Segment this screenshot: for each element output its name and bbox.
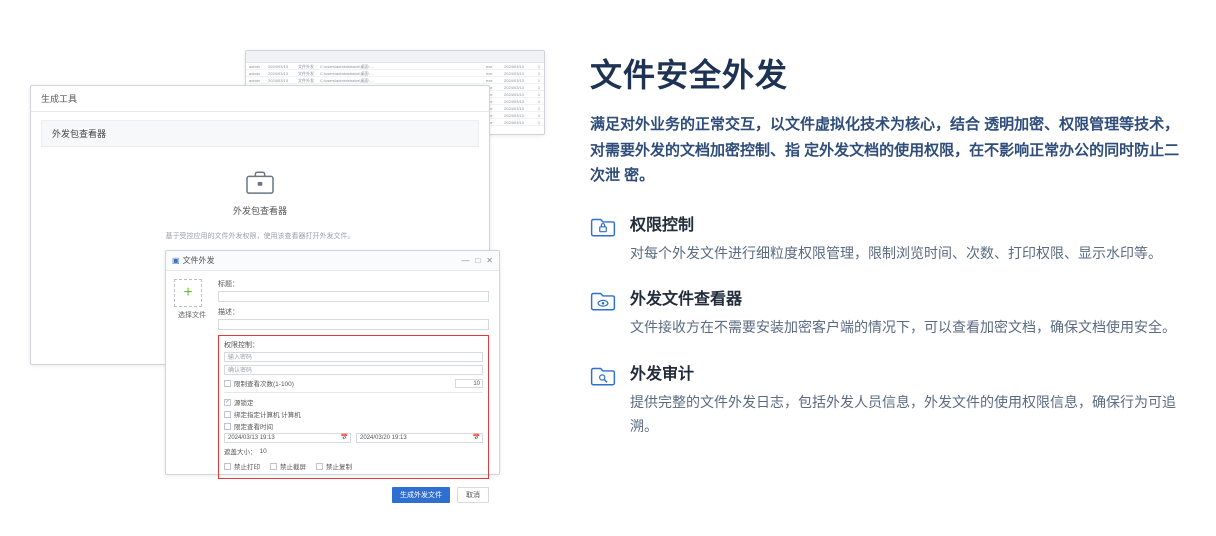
feature-list: 权限控制对每个外发文件进行细粒度权限管理，限制浏览时间、次数、打印权限、显示水印… [590,211,1186,439]
log-cell: 2024/03/13 [504,105,534,111]
log-cell: 2024/03/13 [268,77,298,83]
add-file-button[interactable]: + [174,279,202,307]
label-no-copy: 禁止复制 [326,461,352,471]
log-row: admin2024/03/13文件外发C:\users\administrato… [246,63,544,70]
label-desc: 描述： [218,307,489,317]
checkbox-no-copy[interactable] [316,463,323,470]
log-cell: 2024/03/13 [504,77,534,83]
label-limit-time: 限定查看时间 [234,421,273,431]
package-header: 外发包查看器 [41,120,479,147]
log-cell: admin [246,77,268,83]
log-cell: 文件外发 [298,77,320,83]
log-cell: 2024/03/13 [504,70,534,76]
package-center-label: 外发包查看器 [31,204,489,217]
log-cell: C:\users\administrator\桌面\.... [320,70,486,76]
page-title: 文件安全外发 [590,50,1186,96]
log-cell: 2024/03/13 [504,63,534,69]
log-cell: 2024/03/13 [268,63,298,69]
feature-item: 权限控制对每个外发文件进行细粒度权限管理，限制浏览时间、次数、打印权限、显示水印… [590,211,1186,266]
maximize-icon[interactable]: □ [475,256,480,265]
checkbox-no-print[interactable] [224,463,231,470]
label-title: 标题： [218,279,489,289]
input-desc[interactable] [218,319,489,330]
log-cell: 1 [534,77,544,83]
log-cell: 文件外发 [298,63,320,69]
label-no-print: 禁止打印 [234,461,260,471]
input-count[interactable]: 10 [455,379,483,388]
log-cell: admin [246,63,268,69]
mask-size-value: 10 [260,448,267,455]
log-cell: C:\users\administrator\桌面\.... [320,63,486,69]
calendar-icon: 📅 [341,433,348,443]
log-row: admin2024/03/13文件外发C:\users\administrato… [246,77,544,84]
feature-title: 外发文件查看器 [630,285,1186,309]
label-mask-size: 遮盖大小： [224,446,257,456]
package-hint: 基于受控应用的文件外发权限，使用该查看器打开外发文件。 [31,231,489,241]
close-icon[interactable]: ✕ [486,256,493,265]
viewer-folder-icon [590,285,630,340]
input-password[interactable]: 输入密码 [224,352,483,362]
log-cell: admin [246,70,268,76]
product-screenshots: admin2024/03/13文件外发C:\users\administrato… [30,20,550,516]
log-cell: 1 [534,91,544,97]
log-cell: 1 [534,119,544,125]
date-from[interactable]: 2024/03/13 19:13📅 [224,433,351,443]
permission-box: 权限控制： 输入密码 确认密码 限制查看次数(1-100) 10 源锁定 绑定指… [218,335,489,479]
mock-form-dialog: ▣ 文件外发 — □ ✕ + 选择文件 标题： 描述： 权限控制： 输入密码 确… [165,250,500,475]
input-confirm-password[interactable]: 确认密码 [224,365,483,375]
label-limit-count: 限制查看次数(1-100) [234,378,294,388]
audit-folder-icon [590,360,630,439]
checkbox-limit-count[interactable] [224,380,231,387]
checkbox-limit-time[interactable] [224,423,231,430]
log-cell: 2024/03/13 [504,112,534,118]
input-title[interactable] [218,291,489,302]
feature-item: 外发文件查看器文件接收方在不需要安装加密客户端的情况下，可以查看加密文档，确保文… [590,285,1186,340]
log-cell: 1 [534,63,544,69]
cancel-button[interactable]: 取消 [457,487,489,503]
feature-title: 外发审计 [630,360,1186,384]
feature-desc: 提供完整的文件外发日志，包括外发人员信息，外发文件的使用权限信息，确保行为可追溯… [630,390,1186,439]
briefcase-icon [245,182,275,199]
label-bind-host: 绑定指定计算机 计算机 [234,409,301,419]
log-cell: exe [486,77,504,83]
submit-button[interactable]: 生成外发文件 [392,487,450,503]
log-row: admin2024/03/13文件外发C:\users\administrato… [246,70,544,77]
log-cell: 1 [534,98,544,104]
log-cell: C:\users\administrator\桌面\.... [320,77,486,83]
checkbox-bind-host[interactable] [224,411,231,418]
log-cell: 1 [534,70,544,76]
permission-section-label: 权限控制： [224,340,483,350]
lock-folder-icon [590,211,630,266]
feature-desc: 文件接收方在不需要安装加密客户端的情况下，可以查看加密文档，确保文档使用安全。 [630,315,1186,340]
checkbox-source-lock[interactable] [224,399,231,406]
window-title: 生成工具 [31,86,489,112]
log-cell: 2024/03/13 [268,70,298,76]
feature-desc: 对每个外发文件进行细粒度权限管理，限制浏览时间、次数、打印权限、显示水印等。 [630,241,1186,266]
minimize-icon[interactable]: — [461,256,469,265]
log-cell: 1 [534,105,544,111]
date-to[interactable]: 2024/03/20 19:13📅 [356,433,483,443]
calendar-icon: 📅 [473,433,480,443]
add-file-label: 选择文件 [174,310,210,320]
log-cell: 2024/03/13 [504,91,534,97]
label-no-capture: 禁止截屏 [280,461,306,471]
log-cell: 1 [534,112,544,118]
label-source-lock: 源锁定 [234,397,254,407]
log-cell: 1 [534,84,544,90]
log-cell: exe [486,70,504,76]
log-cell: 文件外发 [298,70,320,76]
dialog-file-icon: ▣ [172,256,180,265]
checkbox-no-capture[interactable] [270,463,277,470]
feature-item: 外发审计提供完整的文件外发日志，包括外发人员信息，外发文件的使用权限信息，确保行… [590,360,1186,439]
log-cell: exe [486,63,504,69]
lead-paragraph: 满足对外业务的正常交互，以文件虚拟化技术为核心，结合 透明加密、权限管理等技术，… [590,112,1186,189]
log-cell: 2024/03/13 [504,98,534,104]
log-cell: 2024/03/13 [504,119,534,125]
dialog-title: 文件外发 [183,255,215,266]
log-cell: 2024/03/13 [504,84,534,90]
feature-title: 权限控制 [630,211,1186,235]
